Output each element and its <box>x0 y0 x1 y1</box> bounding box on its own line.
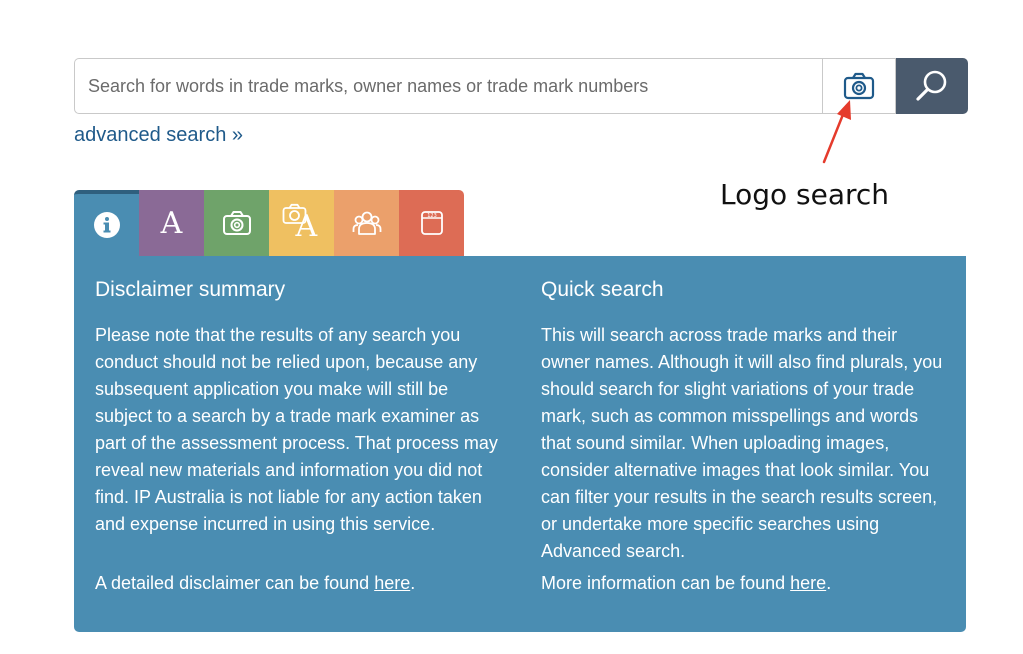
search-type-tabs: A A 123 <box>74 190 464 256</box>
tab-info[interactable] <box>74 190 139 256</box>
camera-icon <box>222 211 251 235</box>
tab-word-search[interactable]: A <box>139 190 204 256</box>
advanced-search-link[interactable]: advanced search » <box>74 124 243 147</box>
disclaimer-body: Please note that the results of any sear… <box>95 325 498 534</box>
logo-search-annotation: Logo search <box>720 178 890 211</box>
annotation-arrow <box>822 100 851 164</box>
info-icon <box>93 212 120 238</box>
tab-image-search[interactable] <box>204 190 269 256</box>
search-button[interactable] <box>896 58 968 114</box>
quick-search-body: This will search across trade marks and … <box>541 325 943 561</box>
camera-icon <box>843 72 875 100</box>
tab-combined-search[interactable]: A <box>269 190 334 256</box>
disclaimer-title: Disclaimer summary <box>95 278 286 301</box>
letter-a-icon: A <box>160 205 183 241</box>
number-card-icon: 123 <box>420 211 443 235</box>
quick-search-more: More information can be found here. <box>541 573 832 593</box>
search-input[interactable] <box>74 58 822 114</box>
number-card-label: 123 <box>427 213 437 219</box>
camera-letter-a-icon: A <box>282 203 322 243</box>
info-panel: Disclaimer summary Please note that the … <box>74 256 966 632</box>
search-icon <box>916 70 947 101</box>
quick-search-here-link[interactable]: here <box>790 573 826 593</box>
disclaimer-section: Disclaimer summary Please note that the … <box>95 276 503 597</box>
disclaimer-more: A detailed disclaimer can be found here. <box>95 573 416 593</box>
quick-search-title: Quick search <box>541 278 664 301</box>
tab-owner-search[interactable] <box>334 190 399 256</box>
people-icon <box>352 211 381 235</box>
tab-number-search[interactable]: 123 <box>399 190 464 256</box>
disclaimer-here-link[interactable]: here <box>374 573 410 593</box>
quick-search-section: Quick search This will search across tra… <box>541 276 949 597</box>
